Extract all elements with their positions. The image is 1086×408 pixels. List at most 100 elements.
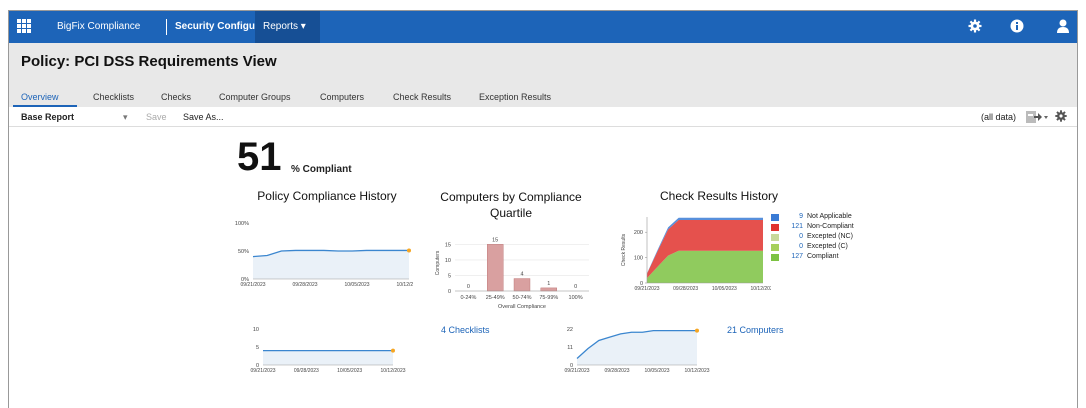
legend-count[interactable]: 121 [783, 223, 803, 230]
x-tick-label: 09/28/2023 [673, 286, 698, 292]
tab-checklists[interactable]: Checklists [93, 92, 134, 102]
computers-by-quartile-chart[interactable]: 15 10 5 0 Computers 0 0-24% 15 25-49% 4 50-74% 1 75-… [433, 229, 593, 321]
reports-menu-label: Reports ▾ [263, 21, 306, 32]
divider [166, 19, 167, 35]
legend-count[interactable]: 127 [783, 253, 803, 260]
x-tick-label: 09/21/2023 [250, 368, 275, 374]
bar [540, 287, 558, 292]
info-icon[interactable] [1009, 18, 1025, 34]
x-tick-label: 09/28/2023 [294, 368, 319, 374]
chart-title-computers-by-quartile: Computers by Compliance Quartile [440, 190, 582, 220]
x-tick-label: 10/05/2023 [644, 368, 669, 374]
bar [487, 244, 504, 292]
y-tick-label: 5 [448, 273, 451, 279]
x-tick-label: 10/12/2023 [380, 368, 405, 374]
data-label: 0 [574, 284, 577, 290]
legend-swatch [771, 254, 779, 261]
x-tick-label: 09/28/2023 [604, 368, 629, 374]
app-frame: BigFix Compliance Security Configuration… [8, 10, 1078, 408]
report-select[interactable]: Base Report [21, 112, 74, 122]
export-icon[interactable] [1025, 110, 1049, 124]
x-tick-label: 75-99% [539, 295, 558, 301]
legend-label: Compliant [807, 253, 839, 260]
data-label: 1 [547, 281, 550, 287]
last-point-marker [695, 328, 699, 333]
x-tick-label: 09/21/2023 [634, 286, 659, 292]
tab-overview[interactable]: Overview [21, 92, 59, 102]
report-toolbar: Base Report ▾ Save Save As... (all data) [9, 107, 1077, 127]
chart-title-check-results-history: Check Results History [659, 189, 779, 203]
policy-compliance-history-chart[interactable]: 100%50%0%09/21/2023 09/28/2023 10/05/2023 1… [233, 203, 413, 293]
tab-computers[interactable]: Computers [320, 92, 364, 102]
user-icon[interactable] [1055, 18, 1071, 34]
legend-count[interactable]: 0 [783, 243, 803, 250]
check-results-history-chart[interactable]: 2001000Check Results09/21/2023 09/28/2023… [611, 211, 771, 295]
y-tick-label: 0 [448, 289, 451, 295]
apps-grid-icon[interactable] [17, 19, 31, 33]
gear-icon[interactable] [967, 18, 983, 34]
legend-label: Non-Compliant [807, 223, 854, 230]
top-navigation-bar: BigFix Compliance Security Configuration… [9, 11, 1077, 43]
tab-check-results[interactable]: Check Results [393, 92, 451, 102]
last-point-marker [391, 348, 395, 353]
reports-menu[interactable]: Reports ▾ [255, 11, 320, 43]
legend-label: Excepted (NC) [807, 233, 853, 240]
x-tick-label: 25-49% [486, 295, 505, 301]
compliance-percent: 51 [237, 135, 282, 179]
y-tick-label: 15 [445, 242, 451, 248]
legend-swatch [771, 224, 779, 231]
x-tick-label: 09/21/2023 [564, 368, 589, 374]
computers-link[interactable]: 21 Computers [727, 325, 784, 335]
y-tick-label: 10 [253, 327, 259, 333]
x-tick-label: 09/28/2023 [292, 282, 317, 288]
settings-gear-icon[interactable] [1054, 109, 1068, 123]
x-tick-label: 09/21/2023 [240, 282, 265, 288]
x-tick-label: 0-24% [460, 295, 476, 301]
y-tick-label: 100% [235, 221, 249, 227]
save-button[interactable]: Save [146, 112, 167, 122]
y-tick-label: 200 [634, 230, 643, 236]
bar [513, 278, 531, 292]
y-tick-label: 100 [634, 256, 643, 262]
y-tick-label: 50% [238, 249, 249, 255]
x-tick-label: 10/12/2023 [396, 282, 413, 288]
save-as-button[interactable]: Save As... [183, 112, 224, 122]
y-tick-label: 11 [567, 345, 573, 351]
legend-label: Not Applicable [807, 213, 852, 220]
legend-count[interactable]: 0 [783, 233, 803, 240]
x-tick-label: 10/12/2023 [750, 286, 771, 292]
y-axis-label: Computers [435, 250, 441, 275]
tab-exception-results[interactable]: Exception Results [479, 92, 551, 102]
x-tick-label: 10/12/2023 [684, 368, 709, 374]
x-tick-label: 10/05/2023 [712, 286, 737, 292]
x-tick-label: 100% [569, 295, 583, 301]
x-tick-label: 10/05/2023 [344, 282, 369, 288]
x-tick-label: 50-74% [513, 295, 532, 301]
legend-swatch [771, 234, 779, 241]
y-axis-label: Check Results [621, 233, 627, 266]
y-tick-label: 10 [445, 258, 451, 264]
page-title: Policy: PCI DSS Requirements View [21, 53, 277, 70]
checklists-sparkline[interactable]: 105009/21/2023 09/28/2023 10/05/2023 10/12/… [245, 325, 435, 377]
data-filter-label[interactable]: (all data) [981, 112, 1016, 122]
tab-checks[interactable]: Checks [161, 92, 191, 102]
x-tick-label: 10/05/2023 [337, 368, 362, 374]
series-area [263, 350, 393, 365]
series-area [577, 330, 697, 365]
data-label: 15 [492, 237, 498, 243]
page-header: Policy: PCI DSS Requirements View Overvi… [9, 43, 1077, 111]
legend-swatch [771, 214, 779, 221]
data-label: 4 [520, 272, 523, 278]
y-tick-label: 22 [567, 327, 573, 333]
legend-label: Excepted (C) [807, 243, 848, 250]
y-tick-label: 5 [256, 345, 259, 351]
series-area [253, 250, 409, 279]
checklists-link[interactable]: 4 Checklists [441, 325, 490, 335]
legend-count[interactable]: 9 [783, 213, 803, 220]
chevron-down-icon[interactable]: ▾ [123, 112, 128, 123]
compliance-percent-label: % Compliant [291, 164, 352, 175]
computers-sparkline[interactable]: 2211009/21/2023 09/28/2023 10/05/2023 10/12… [561, 325, 721, 377]
legend-swatch [771, 244, 779, 251]
tab-computer-groups[interactable]: Computer Groups [219, 92, 291, 102]
product-link[interactable]: BigFix Compliance [57, 21, 140, 32]
